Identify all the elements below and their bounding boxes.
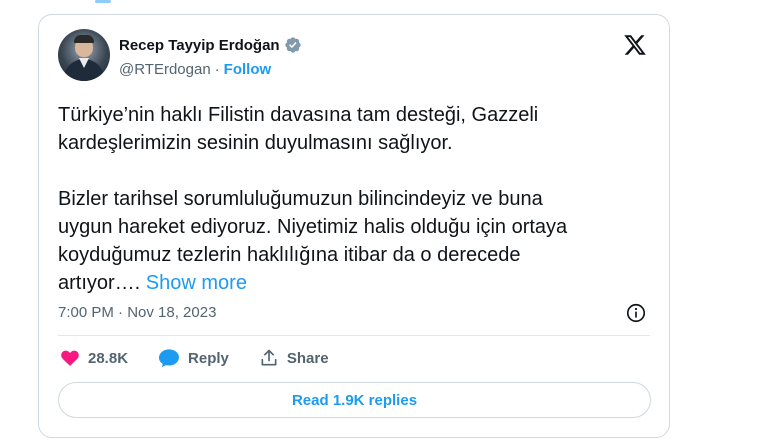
show-more-link[interactable]: Show more (146, 272, 247, 294)
heart-icon (61, 350, 79, 366)
like-action[interactable]: 28.8K (60, 348, 128, 368)
author-handle-row: @RTErdogan · Follow (119, 61, 271, 78)
verified-badge-icon (284, 37, 301, 53)
author-display-name[interactable]: Recep Tayyip Erdoğan (119, 37, 280, 54)
like-count: 28.8K (88, 349, 129, 367)
avatar[interactable] (58, 29, 110, 81)
share-icon (261, 349, 277, 366)
author-handle[interactable]: @RTErdogan (119, 61, 211, 78)
reply-label: Reply (188, 349, 229, 367)
x-logo-icon[interactable] (623, 33, 647, 57)
reply-action[interactable]: Reply (158, 348, 229, 368)
top-edge-artifact (95, 0, 111, 3)
share-action[interactable]: Share (259, 348, 329, 368)
info-icon[interactable] (625, 302, 647, 324)
tweet-body: Türkiye’nin haklı Filistin davasına tam … (58, 104, 568, 294)
author-name-row: Recep Tayyip Erdoğan (119, 36, 302, 54)
read-replies-button[interactable]: Read 1.9K replies (58, 382, 651, 418)
action-bar: 28.8K Reply Share (60, 348, 359, 368)
divider (58, 335, 650, 336)
handle-separator: · (214, 61, 220, 78)
share-label: Share (286, 349, 329, 367)
reply-bubble-icon (159, 349, 180, 368)
tweet-text: Türkiye’nin haklı Filistin davasına tam … (58, 101, 654, 297)
follow-button[interactable]: Follow (224, 61, 272, 78)
tweet-timestamp[interactable]: 7:00 PM · Nov 18, 2023 (58, 304, 216, 321)
tweet-card: Recep Tayyip Erdoğan @RTErdogan · Follow… (38, 14, 670, 438)
